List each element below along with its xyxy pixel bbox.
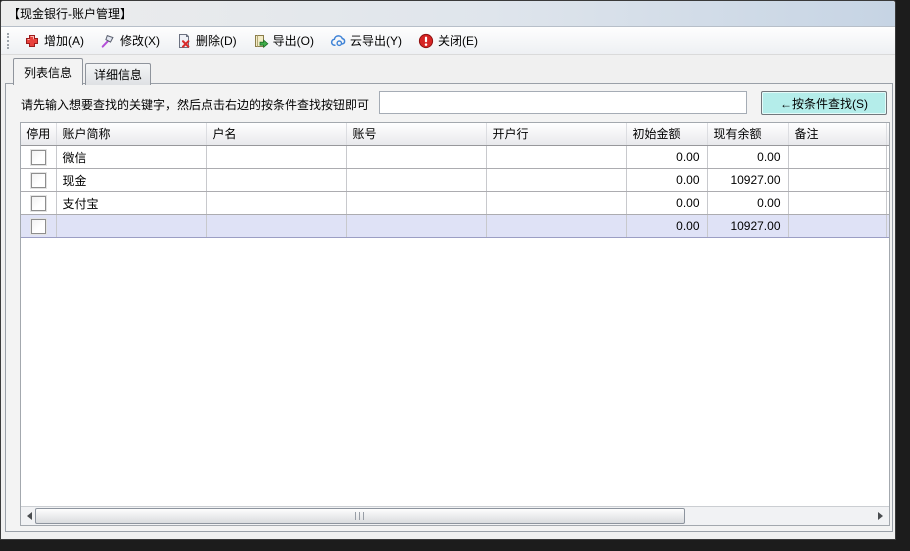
cell-account-no bbox=[346, 192, 486, 215]
summary-initial-amount: 0.00 bbox=[626, 215, 707, 238]
cell-holder bbox=[206, 146, 346, 169]
cell-account-name: 支付宝 bbox=[56, 192, 206, 215]
scroll-right-arrow-icon[interactable] bbox=[878, 512, 883, 520]
col-header-current-balance[interactable]: 现有余额 bbox=[707, 123, 788, 146]
cell-note bbox=[788, 146, 886, 169]
cell-current-balance: 10927.00 bbox=[707, 169, 788, 192]
cloud-export-button[interactable]: 云导出(Y) bbox=[322, 29, 410, 52]
accounts-table: 停用 账户简称 户名 账号 开户行 初始金额 现有余额 备注 微信 bbox=[21, 123, 889, 238]
summary-current-balance: 10927.00 bbox=[707, 215, 788, 238]
cell-account-no bbox=[346, 169, 486, 192]
desktop: { "window": { "title": "【现金银行-账户管理】" }, … bbox=[0, 0, 910, 551]
export-icon bbox=[253, 33, 269, 49]
delete-button[interactable]: 删除(D) bbox=[168, 29, 245, 52]
window-title: 【现金银行-账户管理】 bbox=[8, 5, 132, 22]
disable-checkbox[interactable] bbox=[31, 196, 46, 211]
cell-bank bbox=[486, 169, 626, 192]
cell-bank bbox=[486, 146, 626, 169]
accounts-grid: 停用 账户简称 户名 账号 开户行 初始金额 现有余额 备注 微信 bbox=[20, 122, 890, 526]
close-icon bbox=[418, 33, 434, 49]
titlebar: 【现金银行-账户管理】 bbox=[1, 1, 895, 27]
export-button[interactable]: 导出(O) bbox=[245, 29, 322, 52]
edit-icon bbox=[100, 33, 116, 49]
toolbar: 增加(A) 修改(X) 删除(D) 导出(O) 云导出(Y) 关闭(E) bbox=[1, 27, 895, 55]
table-row-wechat[interactable]: 微信 0.00 0.00 bbox=[21, 146, 889, 169]
summary-row[interactable]: 0.00 10927.00 bbox=[21, 215, 889, 238]
add-button-label: 增加(A) bbox=[44, 32, 84, 49]
cell-initial-amount: 0.00 bbox=[626, 169, 707, 192]
toolbar-grip-handle[interactable] bbox=[7, 33, 11, 49]
cell-initial-amount: 0.00 bbox=[626, 146, 707, 169]
tab-detail-info-label: 详细信息 bbox=[94, 66, 142, 83]
col-header-bank[interactable]: 开户行 bbox=[486, 123, 626, 146]
edit-button[interactable]: 修改(X) bbox=[92, 29, 168, 52]
cell-initial-amount: 0.00 bbox=[626, 192, 707, 215]
search-input[interactable] bbox=[379, 91, 747, 114]
scroll-left-arrow-icon[interactable] bbox=[27, 512, 32, 520]
col-header-initial-amount[interactable]: 初始金额 bbox=[626, 123, 707, 146]
col-header-disabled[interactable]: 停用 bbox=[21, 123, 56, 146]
list-info-panel: 请先输入想要查找的关键字，然后点击右边的按条件查找按钮即可 ←按条件查找(S) … bbox=[5, 83, 893, 532]
disable-checkbox[interactable] bbox=[31, 150, 46, 165]
search-hint-label: 请先输入想要查找的关键字，然后点击右边的按条件查找按钮即可 bbox=[21, 96, 369, 113]
close-button-label: 关闭(E) bbox=[438, 32, 478, 49]
search-by-condition-button[interactable]: ←按条件查找(S) bbox=[761, 91, 887, 115]
col-header-account-name[interactable]: 账户简称 bbox=[56, 123, 206, 146]
header-row: 停用 账户简称 户名 账号 开户行 初始金额 现有余额 备注 bbox=[21, 123, 889, 146]
scrollbar-thumb[interactable] bbox=[35, 508, 685, 524]
add-icon bbox=[24, 33, 40, 49]
cell-current-balance: 0.00 bbox=[707, 192, 788, 215]
account-management-window: 【现金银行-账户管理】 增加(A) 修改(X) 删除(D) 导出(O) 云导出(… bbox=[0, 0, 896, 540]
cell-holder bbox=[206, 169, 346, 192]
add-button[interactable]: 增加(A) bbox=[16, 29, 92, 52]
cell-note bbox=[788, 169, 886, 192]
cell-account-no bbox=[346, 146, 486, 169]
scrollbar-grip-icon bbox=[355, 512, 366, 520]
cell-account-name: 微信 bbox=[56, 146, 206, 169]
col-header-note[interactable]: 备注 bbox=[788, 123, 886, 146]
table-row-alipay[interactable]: 支付宝 0.00 0.00 bbox=[21, 192, 889, 215]
cell-bank bbox=[486, 192, 626, 215]
edit-button-label: 修改(X) bbox=[120, 32, 160, 49]
tabstrip: 列表信息 详细信息 bbox=[13, 58, 153, 85]
col-header-holder[interactable]: 户名 bbox=[206, 123, 346, 146]
disable-checkbox[interactable] bbox=[31, 173, 46, 188]
col-header-filler bbox=[886, 123, 889, 146]
tab-list-info[interactable]: 列表信息 bbox=[13, 58, 83, 85]
close-button[interactable]: 关闭(E) bbox=[410, 29, 486, 52]
delete-button-label: 删除(D) bbox=[196, 32, 237, 49]
tab-list-info-label: 列表信息 bbox=[24, 64, 72, 81]
col-header-account-no[interactable]: 账号 bbox=[346, 123, 486, 146]
cloud-export-icon bbox=[330, 33, 346, 49]
cell-note bbox=[788, 192, 886, 215]
cell-current-balance: 0.00 bbox=[707, 146, 788, 169]
cell-holder bbox=[206, 192, 346, 215]
delete-icon bbox=[176, 33, 192, 49]
cell-account-name: 现金 bbox=[56, 169, 206, 192]
horizontal-scrollbar[interactable] bbox=[21, 506, 889, 525]
disable-checkbox[interactable] bbox=[31, 219, 46, 234]
table-row-cash[interactable]: 现金 0.00 10927.00 bbox=[21, 169, 889, 192]
cloud-export-button-label: 云导出(Y) bbox=[350, 32, 402, 49]
export-button-label: 导出(O) bbox=[273, 32, 314, 49]
tab-detail-info[interactable]: 详细信息 bbox=[85, 63, 151, 85]
